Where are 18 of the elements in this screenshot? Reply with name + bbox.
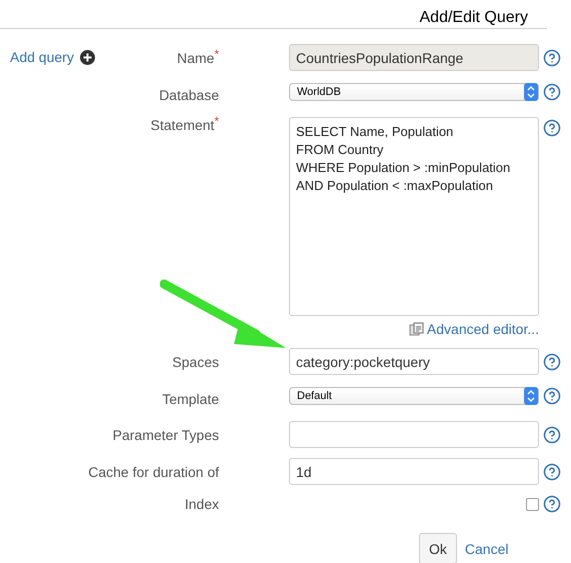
field-label: Parameter Types [112, 426, 219, 442]
advanced-editor-link[interactable]: Advanced editor... [408, 321, 539, 337]
dropdown[interactable]: WorldDB [289, 83, 539, 101]
dropdown[interactable]: Default [289, 387, 539, 405]
statement-editor[interactable]: SELECT Name, Population FROM Country WHERE Population > :minPopulation AND Population < :maxPopulation [289, 117, 539, 316]
field-label: Cache for duration of [88, 464, 219, 480]
field-label: Template [162, 390, 219, 407]
cancel-link[interactable]: Cancel [464, 540, 508, 556]
field-label: Spaces [172, 354, 219, 370]
ok-button[interactable]: Ok [419, 533, 457, 563]
text-field[interactable]: category:pocketquery [289, 348, 539, 375]
field-label: Name$^{*}$ [176, 50, 219, 66]
add-query-link[interactable]: Add query [10, 49, 95, 65]
dialog-title: Add/Edit Query [420, 9, 528, 28]
field-label: Statement$^{*}$ [150, 117, 219, 133]
text-field[interactable]: 1d [289, 458, 539, 485]
field-label: Index [184, 496, 219, 512]
field-label: Database [159, 86, 219, 103]
